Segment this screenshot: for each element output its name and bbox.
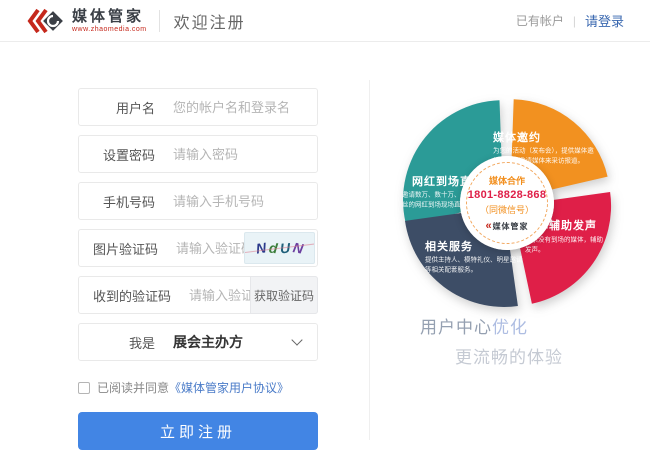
cooperation-label: 媒体合作	[489, 174, 525, 187]
brand-name: 媒体管家	[72, 9, 147, 24]
segment-navy-title: 相关服务	[425, 238, 473, 254]
brand-logo-icon	[26, 6, 66, 36]
sms-code-label: 收到的验证码	[93, 286, 171, 305]
captcha-char: U	[280, 240, 291, 257]
captcha-char: N	[254, 239, 266, 256]
agreement-text: 已阅读并同意	[97, 379, 169, 396]
image-captcha-field[interactable]: 图片验证码 N d U N	[78, 229, 318, 267]
chevron-down-icon	[291, 334, 302, 345]
phone-label: 手机号码	[93, 192, 155, 211]
page-title: 欢迎注册	[174, 9, 246, 33]
registration-form: 用户名 设置密码 手机号码 图片验证码 N d U N 收到的验证码 获取验证码	[78, 42, 318, 450]
captcha-image[interactable]: N d U N	[244, 232, 315, 264]
username-input[interactable]	[173, 100, 309, 115]
password-label: 设置密码	[93, 145, 155, 164]
tagline-line1-a: 用户中心	[420, 318, 492, 337]
mini-logo-icon: «	[485, 220, 490, 232]
have-account-label: 已有帐户	[516, 12, 564, 29]
phone-input[interactable]	[173, 194, 309, 209]
center-brand-text: 媒体管家	[493, 222, 529, 231]
user-agreement-link[interactable]: 《媒体管家用户协议》	[169, 379, 289, 396]
username-label: 用户名	[93, 98, 155, 117]
agreement-checkbox[interactable]	[78, 382, 90, 394]
brand-url: www.zhaomedia.com	[72, 26, 147, 33]
services-wheel: 网红到场直播 邀请数万、数十万、数百万粉丝的网红到场现场直播。 媒体邀约 为您的…	[390, 86, 624, 320]
password-input[interactable]	[173, 147, 309, 162]
phone-field[interactable]: 手机号码	[78, 182, 318, 220]
username-field[interactable]: 用户名	[78, 88, 318, 126]
registration-page: 媒体管家 www.zhaomedia.com 欢迎注册 已有帐户 | 请登录 用…	[0, 0, 650, 466]
tagline-line1-b: 优化	[492, 318, 528, 337]
tagline-line2: 更流畅的体验	[455, 343, 563, 368]
vertical-divider	[369, 80, 370, 440]
get-code-button[interactable]: 获取验证码	[250, 276, 318, 314]
captcha-char: N	[292, 239, 305, 257]
agreement-row: 已阅读并同意 《媒体管家用户协议》	[78, 379, 318, 396]
tagline: 用户中心优化 更流畅的体验	[420, 313, 563, 368]
header: 媒体管家 www.zhaomedia.com 欢迎注册 已有帐户 | 请登录	[0, 0, 650, 42]
sms-code-field[interactable]: 收到的验证码 获取验证码	[78, 276, 318, 314]
header-separator: |	[573, 14, 576, 28]
password-field[interactable]: 设置密码	[78, 135, 318, 173]
role-select-field[interactable]: 我是 展会主办方	[78, 323, 318, 361]
segment-navy-desc: 提供主持人、模特礼仪、明星邀请等相关配套服务。	[425, 255, 524, 275]
captcha-char: d	[268, 240, 278, 257]
role-label: 我是	[93, 333, 155, 352]
image-captcha-label: 图片验证码	[93, 239, 158, 258]
segment-orange-title: 媒体邀约	[493, 129, 541, 145]
wheel-center-badge: 媒体合作 1801-8828-868 （同微信号） «媒体管家	[460, 156, 554, 250]
wechat-note: （同微信号）	[480, 203, 534, 216]
header-logo[interactable]: 媒体管家 www.zhaomedia.com	[26, 6, 147, 36]
contact-phone: 1801-8828-868	[468, 189, 547, 201]
center-brand: «媒体管家	[485, 220, 528, 232]
register-button[interactable]: 立即注册	[78, 412, 318, 450]
role-selected-value: 展会主办方	[173, 332, 293, 352]
header-divider	[159, 10, 160, 32]
login-link[interactable]: 请登录	[585, 11, 624, 30]
